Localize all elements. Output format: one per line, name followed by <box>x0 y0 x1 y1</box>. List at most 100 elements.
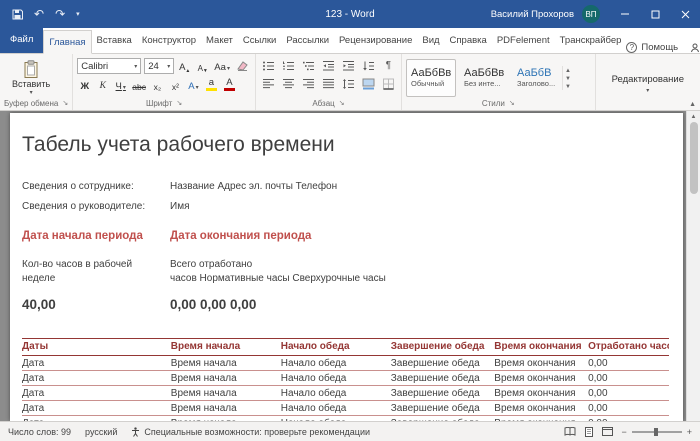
tab-home[interactable]: Главная <box>43 30 92 54</box>
cell-lunch-start[interactable]: Начало обеда <box>280 370 391 386</box>
vertical-scrollbar[interactable]: ▲ <box>686 111 700 421</box>
style-heading1[interactable]: АаБбВ Заголово... <box>512 59 562 97</box>
gallery-up-icon[interactable]: ▲ <box>565 68 571 74</box>
manager-label[interactable]: Сведения о руководителе: <box>22 201 170 212</box>
cell-lunch-end[interactable]: Завершение обеда <box>390 400 495 416</box>
cell-end-time[interactable]: Время окончания <box>494 400 589 416</box>
cell-end-time[interactable]: Время окончания <box>494 370 589 386</box>
multilevel-list-icon[interactable] <box>300 58 317 73</box>
shading-icon[interactable] <box>360 76 377 91</box>
totals-label[interactable]: Всего отработано часов Нормативные часы … <box>170 258 669 286</box>
share-button[interactable]: Поделиться <box>690 42 700 53</box>
col-header-hours-worked[interactable]: Отработано часов <box>588 338 669 356</box>
zoom-slider-thumb[interactable] <box>653 427 658 436</box>
scrollbar-thumb[interactable] <box>689 122 698 194</box>
italic-button[interactable]: К <box>95 77 110 92</box>
align-left-icon[interactable] <box>260 76 277 91</box>
tab-review[interactable]: Рецензирование <box>334 29 417 53</box>
tab-insert[interactable]: Вставка <box>92 29 137 53</box>
style-normal[interactable]: АаБбВв Обычный <box>405 58 456 97</box>
gallery-down-icon[interactable]: ▼ <box>565 76 571 82</box>
cell-start-time[interactable]: Время начала <box>170 385 281 401</box>
cell-lunch-end[interactable]: Завершение обеда <box>390 355 495 371</box>
highlight-color-button[interactable]: а <box>204 77 219 92</box>
text-effects-button[interactable]: А ▾ <box>186 77 201 92</box>
cell-lunch-end[interactable]: Завершение обеда <box>390 385 495 401</box>
tab-pdfelement[interactable]: PDFelement <box>492 29 555 53</box>
col-header-lunch-start[interactable]: Начало обеда <box>280 338 391 356</box>
strikethrough-button[interactable]: abc <box>131 77 147 92</box>
subscript-button[interactable]: x₂ <box>150 77 165 92</box>
styles-dialog-launcher-icon[interactable]: ↘ <box>509 100 515 107</box>
maximize-button[interactable] <box>640 0 670 28</box>
manager-value[interactable]: Имя <box>170 201 669 212</box>
font-color-button[interactable]: А <box>222 77 237 92</box>
cell-lunch-end[interactable]: Завершение обеда <box>390 370 495 386</box>
tab-mailings[interactable]: Рассылки <box>281 29 334 53</box>
employee-value[interactable]: Название Адрес эл. почты Телефон <box>170 181 669 192</box>
tab-help[interactable]: Справка <box>445 29 492 53</box>
document-title[interactable]: Табель учета рабочего времени <box>22 133 669 157</box>
align-center-icon[interactable] <box>280 76 297 91</box>
gallery-more-icon[interactable]: ▼ <box>565 84 571 90</box>
font-family-combo[interactable]: Calibri ▾ <box>77 58 142 74</box>
cell-lunch-start[interactable]: Начало обеда <box>280 385 391 401</box>
paste-dropdown-icon[interactable]: ▾ <box>30 89 33 96</box>
redo-icon[interactable]: ↷ <box>55 8 65 20</box>
minimize-button[interactable] <box>610 0 640 28</box>
period-end-heading[interactable]: Дата окончания периода <box>170 230 669 242</box>
tab-file[interactable]: Файл <box>0 27 44 53</box>
employee-label[interactable]: Сведения о сотруднике: <box>22 181 170 192</box>
bold-button[interactable]: Ж <box>77 77 92 92</box>
cell-end-time[interactable]: Время окончания <box>494 385 589 401</box>
cell-date[interactable]: Дата <box>22 385 171 401</box>
accessibility-checker[interactable]: Специальные возможности: проверьте реком… <box>131 427 370 437</box>
help-menu[interactable]: ? Помощь <box>626 42 678 53</box>
zoom-out-icon[interactable]: − <box>621 427 626 437</box>
account-user-name[interactable]: Василий Прохоров <box>491 9 574 20</box>
cell-start-time[interactable]: Время начала <box>170 400 281 416</box>
paste-button[interactable]: Вставить ▾ <box>4 57 58 98</box>
tab-design[interactable]: Конструктор <box>137 29 201 53</box>
editing-menu-button[interactable]: Редактирование ▾ <box>600 57 696 110</box>
col-header-dates[interactable]: Даты <box>22 338 171 356</box>
undo-icon[interactable]: ↶ <box>34 8 44 20</box>
zoom-slider[interactable] <box>631 427 682 436</box>
increase-indent-icon[interactable] <box>340 58 357 73</box>
clear-formatting-icon[interactable] <box>234 59 251 74</box>
collapse-ribbon-icon[interactable]: ▲ <box>689 101 696 108</box>
superscript-button[interactable]: x² <box>168 77 183 92</box>
cell-hours-worked[interactable]: 0,00 <box>588 385 669 401</box>
numbered-list-icon[interactable] <box>280 58 297 73</box>
grow-font-button[interactable]: А ▲ <box>177 59 192 73</box>
cell-start-time[interactable]: Время начала <box>170 355 281 371</box>
cell-lunch-start[interactable]: Начало обеда <box>280 355 391 371</box>
tab-view[interactable]: Вид <box>417 29 444 53</box>
decrease-indent-icon[interactable] <box>320 58 337 73</box>
font-size-combo[interactable]: 24 ▾ <box>144 58 175 74</box>
document-page[interactable]: Табель учета рабочего времени Сведения о… <box>10 113 683 421</box>
period-start-heading[interactable]: Дата начала периода <box>22 230 170 242</box>
line-spacing-icon[interactable] <box>340 76 357 91</box>
cell-end-time[interactable]: Время окончания <box>494 355 589 371</box>
print-layout-icon[interactable] <box>584 426 594 437</box>
justify-icon[interactable] <box>320 76 337 91</box>
cell-start-time[interactable]: Время начала <box>170 370 281 386</box>
cell-hours-worked[interactable]: 0,00 <box>588 400 669 416</box>
paragraph-dialog-launcher-icon[interactable]: ↘ <box>339 100 345 107</box>
cell-date[interactable]: Дата <box>22 400 171 416</box>
tab-layout[interactable]: Макет <box>201 29 238 53</box>
tab-references[interactable]: Ссылки <box>238 29 281 53</box>
align-right-icon[interactable] <box>300 76 317 91</box>
web-layout-icon[interactable] <box>602 427 614 436</box>
cell-hours-worked[interactable]: 0,00 <box>588 355 669 371</box>
close-button[interactable] <box>670 0 700 28</box>
word-count[interactable]: Число слов: 99 <box>8 427 71 437</box>
font-dialog-launcher-icon[interactable]: ↘ <box>176 100 182 107</box>
weekly-hours-value[interactable]: 40,00 <box>22 297 170 312</box>
borders-icon[interactable] <box>380 76 397 91</box>
read-mode-icon[interactable] <box>564 427 576 436</box>
cell-date[interactable]: Дата <box>22 355 171 371</box>
account-avatar[interactable]: ВП <box>582 5 600 23</box>
style-no-spacing[interactable]: АаБбВв Без инте... <box>459 59 509 97</box>
